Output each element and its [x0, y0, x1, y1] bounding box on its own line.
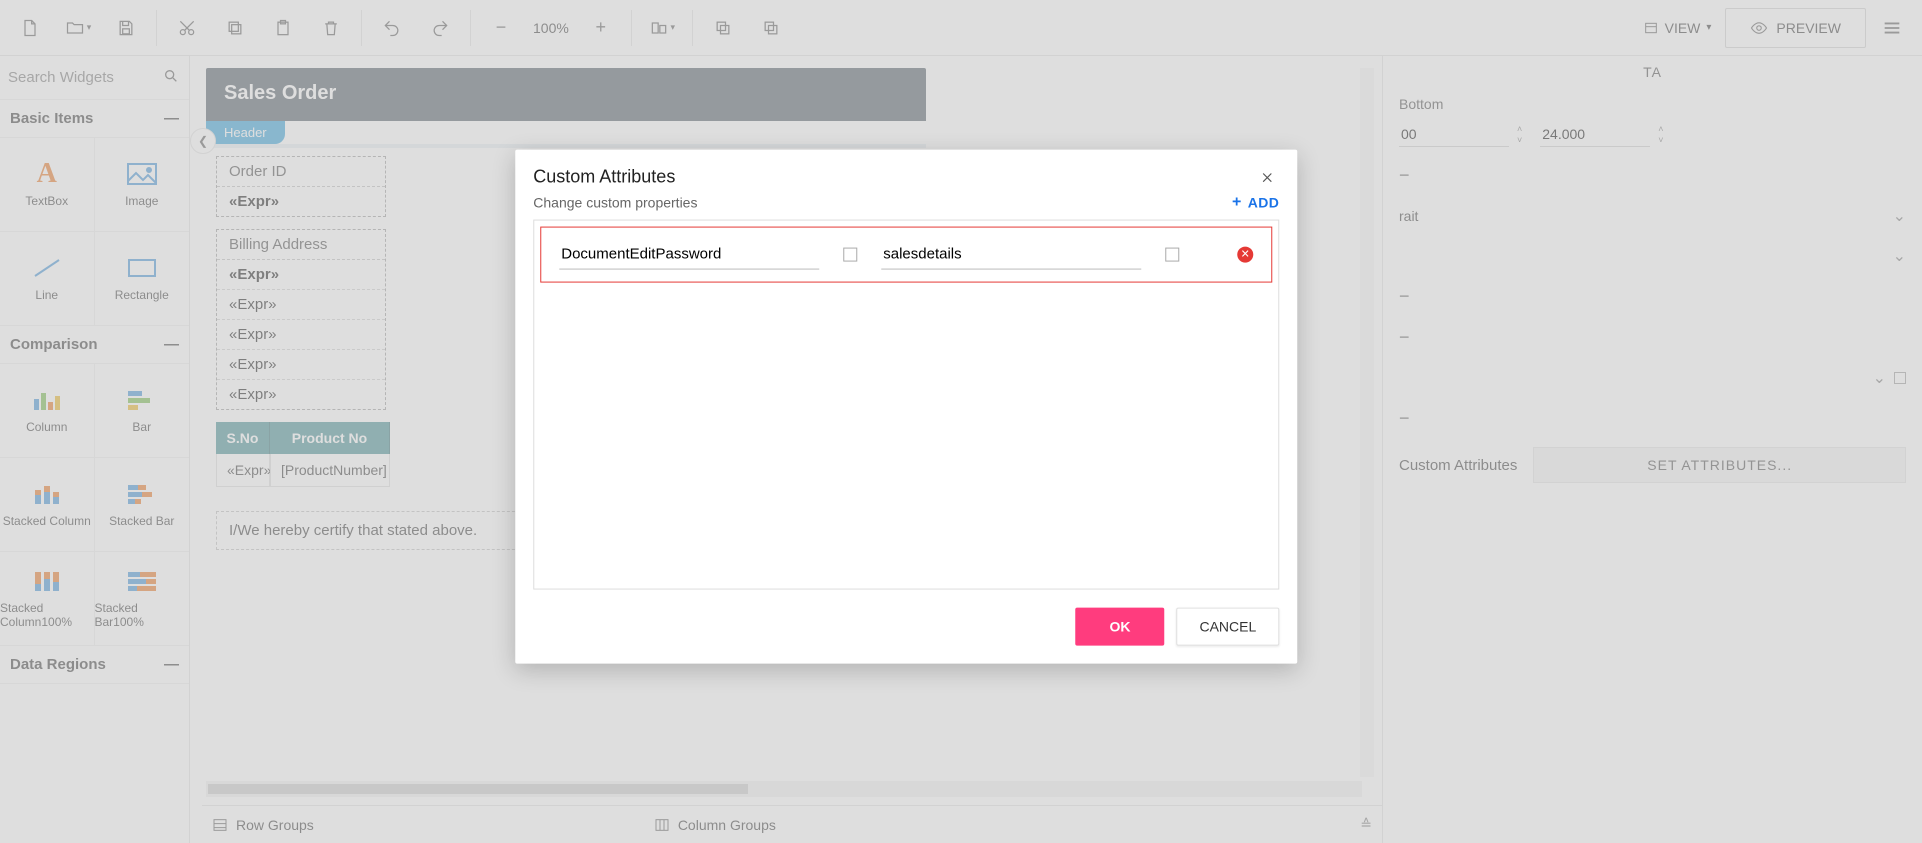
close-icon	[1260, 170, 1274, 184]
modal-footer: OK CANCEL	[515, 607, 1297, 663]
custom-attributes-modal: Custom Attributes Change custom properti…	[515, 149, 1297, 663]
modal-title: Custom Attributes	[533, 167, 675, 188]
ok-button[interactable]: OK	[1075, 607, 1164, 645]
cancel-button[interactable]: CANCEL	[1176, 607, 1279, 645]
plus-icon: +	[1232, 193, 1242, 211]
attribute-value-checkbox[interactable]	[1165, 247, 1179, 261]
add-attribute-button[interactable]: + ADD	[1232, 193, 1279, 211]
modal-hint: Change custom properties	[533, 194, 697, 210]
add-label: ADD	[1248, 194, 1280, 210]
modal-header: Custom Attributes	[515, 149, 1297, 193]
modal-body: ✕	[533, 219, 1279, 589]
attribute-name-checkbox[interactable]	[843, 247, 857, 261]
attribute-value-input[interactable]	[881, 239, 1141, 269]
attribute-name-input[interactable]	[559, 239, 819, 269]
close-icon: ✕	[1241, 248, 1250, 261]
modal-close-button[interactable]	[1255, 165, 1279, 189]
attribute-row: ✕	[540, 226, 1272, 282]
delete-attribute-button[interactable]: ✕	[1237, 246, 1253, 262]
modal-subheader: Change custom properties + ADD	[515, 193, 1297, 219]
